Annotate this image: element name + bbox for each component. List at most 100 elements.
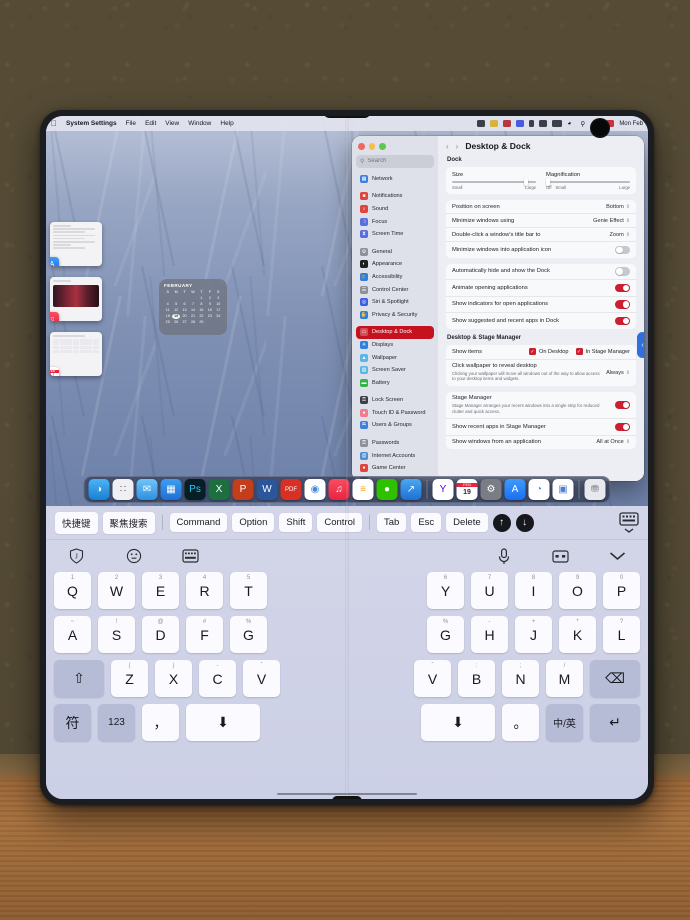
- key-j[interactable]: + J: [515, 616, 552, 653]
- dock-item-wechat[interactable]: ●: [376, 479, 398, 500]
- key-b[interactable]: :B: [458, 660, 495, 697]
- menu-item-help[interactable]: Help: [220, 120, 233, 127]
- sidebar-item-siri-spotlight[interactable]: ◎ Siri & Spotlight: [356, 296, 434, 309]
- sidebar-item-lock-screen[interactable]: ⚿ Lock Screen: [356, 394, 434, 407]
- dock-size-slider[interactable]: Size Small Large: [452, 172, 536, 190]
- calendar-day[interactable]: 26: [172, 320, 179, 325]
- dock-item-system-settings[interactable]: ⚙: [480, 479, 502, 500]
- sidebar-item-game-center[interactable]: ● Game Center: [356, 462, 434, 475]
- lock-icon[interactable]: [490, 120, 499, 127]
- setting-toggle[interactable]: [615, 283, 630, 292]
- tab-key[interactable]: Tab: [377, 513, 407, 532]
- calendar-day[interactable]: 6: [181, 302, 188, 307]
- dock-item-launchpad[interactable]: ∷: [112, 479, 134, 500]
- split-keyboard-icon[interactable]: [552, 548, 569, 565]
- minimize-button[interactable]: [368, 143, 375, 150]
- key-g[interactable]: % G: [427, 616, 464, 653]
- dock-item-music[interactable]: ♫: [328, 479, 350, 500]
- sidebar-item-focus[interactable]: ☽ Focus: [356, 215, 434, 228]
- key-r[interactable]: 4R: [186, 572, 223, 609]
- calendar-day[interactable]: 20: [181, 314, 188, 319]
- sidebar-item-touch-id-password[interactable]: ● Touch ID & Password: [356, 407, 434, 420]
- calendar-day[interactable]: 24: [215, 314, 222, 319]
- period-key[interactable]: 。: [502, 704, 539, 741]
- spotlight-icon[interactable]: ⚲: [580, 120, 588, 128]
- setting-popup[interactable]: Bottom ⇳: [606, 204, 630, 210]
- sidebar-item-desktop-dock[interactable]: ▭ Desktop & Dock: [356, 326, 434, 339]
- sidebar-item-control-center[interactable]: ☰ Control Center: [356, 283, 434, 296]
- calendar-day[interactable]: 18: [164, 314, 171, 319]
- calendar-day[interactable]: 16: [206, 308, 213, 313]
- stage-card-calendar[interactable]: FEB 17: [50, 332, 102, 376]
- dock-item-pdf-reader[interactable]: PDF: [280, 479, 302, 500]
- key-a[interactable]: ~ A: [54, 616, 91, 653]
- return-key[interactable]: ↵: [590, 704, 640, 741]
- key-o[interactable]: 9O: [559, 572, 596, 609]
- calendar-day[interactable]: 7: [189, 302, 196, 307]
- language-toggle-key[interactable]: 中/英: [546, 704, 583, 741]
- dock-item-photoshop[interactable]: Ps: [184, 479, 206, 500]
- key-q[interactable]: 1Q: [54, 572, 91, 609]
- show-windows-popup[interactable]: All at Once ⇳: [596, 439, 630, 445]
- delete-key[interactable]: Delete: [446, 513, 488, 532]
- comma-key[interactable]: ，: [142, 704, 179, 741]
- sidebar-item-screen-saver[interactable]: ▧ Screen Saver: [356, 364, 434, 377]
- system-settings-window[interactable]: ⚲ ▦ Network ■ Notifications ♪ Sound ☽ Focus ⧗ Scr…: [352, 136, 644, 481]
- sidebar-item-sound[interactable]: ♪ Sound: [356, 203, 434, 216]
- dock-item-safari[interactable]: ◔: [528, 479, 550, 500]
- forward-button[interactable]: ›: [456, 142, 459, 151]
- arrow-up-key[interactable]: ↑: [492, 513, 511, 532]
- sidebar-item-notifications[interactable]: ■ Notifications: [356, 190, 434, 203]
- dock-item-word[interactable]: W: [256, 479, 278, 500]
- dock-item-calendar[interactable]: FEB 19: [456, 479, 478, 500]
- dock-item-mail[interactable]: ✉: [136, 479, 158, 500]
- back-button[interactable]: ‹: [446, 142, 449, 151]
- sidebar-item-appearance[interactable]: ◐ Appearance: [356, 258, 434, 271]
- dock-item-app-store[interactable]: A: [504, 479, 526, 500]
- key-g[interactable]: % G: [230, 616, 267, 653]
- stage-card-music[interactable]: ♫: [50, 277, 102, 321]
- sidebar-item-users-groups[interactable]: ⛿ Users & Groups: [356, 419, 434, 432]
- calendar-day[interactable]: 27: [181, 320, 188, 325]
- menu-bar-clock[interactable]: Mon Feb: [619, 121, 643, 127]
- sidebar-item-screen-time[interactable]: ⧗ Screen Time: [356, 228, 434, 241]
- close-button[interactable]: [358, 143, 365, 150]
- calendar-day[interactable]: 25: [164, 320, 171, 325]
- sidebar-item-displays[interactable]: ☀ Displays: [356, 339, 434, 352]
- arrow-down-key[interactable]: ↓: [515, 513, 534, 532]
- sidebar-item-accessibility[interactable]: ⛹ Accessibility: [356, 271, 434, 284]
- space-key[interactable]: ⬇: [186, 704, 260, 741]
- calendar-day[interactable]: 14: [189, 308, 196, 313]
- key-t[interactable]: 5T: [230, 572, 267, 609]
- calendar-day[interactable]: 5: [172, 302, 179, 307]
- calendar-day[interactable]: 17: [215, 308, 222, 313]
- dock-item-yahoo-mail[interactable]: Y: [432, 479, 454, 500]
- calendar-day[interactable]: 22: [198, 314, 205, 319]
- calendar-day[interactable]: 13: [181, 308, 188, 313]
- dock-item-powerpoint[interactable]: P: [232, 479, 254, 500]
- key-w[interactable]: 2W: [98, 572, 135, 609]
- sidebar-item-general[interactable]: ⚙ General: [356, 245, 434, 258]
- symbols-key[interactable]: 符: [54, 704, 91, 741]
- esc-key[interactable]: Esc: [411, 513, 442, 532]
- show-recent-apps-toggle[interactable]: [615, 422, 630, 432]
- dock-item-trash[interactable]: ⛃: [584, 479, 606, 500]
- key-l[interactable]: ? L: [603, 616, 640, 653]
- calendar-day[interactable]: 8: [198, 302, 205, 307]
- calendar-day[interactable]: 10: [215, 302, 222, 307]
- dock[interactable]: ◑ ∷ ✉ ▦ Ps X P W PDF ◉ ♫ ≡ ● ↗ Y FEB 19 ⚙ A ◔ ▣ ⛃: [83, 476, 611, 503]
- key-z[interactable]: (Z: [111, 660, 148, 697]
- calendar-day[interactable]: 4: [164, 302, 171, 307]
- dock-item-stocks[interactable]: ↗: [400, 479, 422, 500]
- shield-j-icon[interactable]: J: [68, 548, 85, 565]
- calendar-day[interactable]: 19: [172, 314, 180, 319]
- stage-manager-toggle[interactable]: [615, 400, 630, 410]
- key-e[interactable]: 3E: [142, 572, 179, 609]
- dock-item-chrome[interactable]: ◉: [304, 479, 326, 500]
- dock-magnification-slider[interactable]: Magnification Off Small Large: [545, 172, 630, 190]
- chevron-down-icon[interactable]: [609, 548, 626, 565]
- command-key[interactable]: Command: [169, 513, 228, 532]
- key-x[interactable]: ) X: [155, 660, 192, 697]
- dock-item-keynote[interactable]: ▦: [160, 479, 182, 500]
- calendar-day[interactable]: 21: [189, 314, 196, 319]
